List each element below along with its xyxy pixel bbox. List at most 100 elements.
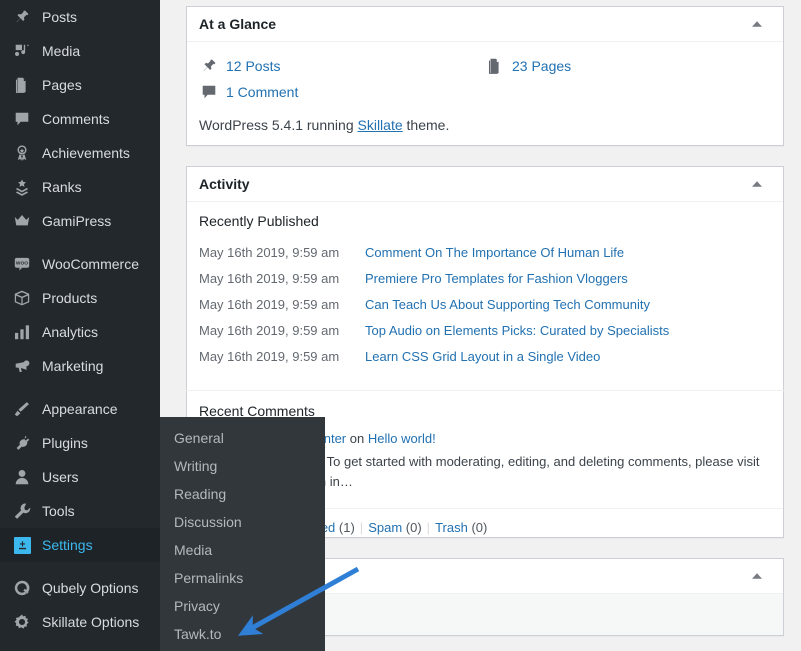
submenu-item-media[interactable]: Media xyxy=(160,536,325,564)
sidebar-item-qubely-options[interactable]: Qubely Options xyxy=(0,571,160,605)
filter-separator: | xyxy=(426,520,431,535)
glance-stat-label[interactable]: 23 Pages xyxy=(512,58,571,74)
activity-title: Activity xyxy=(199,176,250,192)
paintbrush-icon xyxy=(11,399,33,419)
bar-chart-icon xyxy=(11,322,33,342)
sidebar-item-skillate-options[interactable]: Skillate Options xyxy=(0,605,160,639)
sidebar-item-label: Posts xyxy=(42,9,78,25)
sidebar-separator xyxy=(0,238,160,247)
sidebar-item-label: Media xyxy=(42,43,81,59)
sidebar-item-users[interactable]: Users xyxy=(0,460,160,494)
caret-up-icon xyxy=(752,573,762,579)
sidebar-separator xyxy=(0,383,160,392)
pages-icon xyxy=(11,75,33,95)
filter-separator: | xyxy=(359,520,364,535)
glance-stat[interactable]: 23 Pages xyxy=(485,53,771,79)
post-date: May 16th 2019, 9:59 am xyxy=(199,349,340,364)
pin-icon xyxy=(11,7,33,27)
activity-toggle-button[interactable] xyxy=(739,167,775,201)
version-prefix: WordPress 5.4.1 running xyxy=(199,117,358,133)
woocommerce-icon: WOO xyxy=(11,254,33,274)
sidebar-item-label: Plugins xyxy=(42,435,88,451)
recently-published-row: May 16th 2019, 9:59 am Top Audio on Eleme… xyxy=(199,318,771,344)
comment-on-word: on xyxy=(346,431,368,446)
comment-filter-spam[interactable]: Spam xyxy=(368,520,402,535)
comment-filter-trash[interactable]: Trash xyxy=(435,520,468,535)
at-a-glance-panel: At a Glance 12 Posts 23 Pages 1 Comment Wo… xyxy=(186,6,784,146)
sidebar-item-label: Marketing xyxy=(42,358,104,374)
comment-post-link[interactable]: Hello world! xyxy=(368,431,436,446)
submenu-item-tawk-to[interactable]: Tawk.to xyxy=(160,620,325,648)
sidebar-item-settings[interactable]: Settings xyxy=(0,528,168,562)
admin-sidebar: Posts Media Pages Comments Achievements Ranks… xyxy=(0,0,168,651)
at-a-glance-stats-list: 12 Posts 23 Pages 1 Comment xyxy=(199,53,771,105)
sidebar-item-analytics[interactable]: Analytics xyxy=(0,315,160,349)
post-date: May 16th 2019, 9:59 am xyxy=(199,245,340,260)
glance-stat[interactable]: 12 Posts xyxy=(199,53,485,79)
post-date: May 16th 2019, 9:59 am xyxy=(199,323,340,338)
sidebar-item-products[interactable]: Products xyxy=(0,281,160,315)
sidebar-item-label: Tools xyxy=(42,503,75,519)
bottom-panel-toggle-button[interactable] xyxy=(739,559,775,593)
sidebar-item-pages[interactable]: Pages xyxy=(0,68,160,102)
submenu-item-reading[interactable]: Reading xyxy=(160,480,325,508)
sidebar-item-posts[interactable]: Posts xyxy=(0,0,160,34)
sidebar-item-label: Comments xyxy=(42,111,110,127)
recent-comments-label: Recent Comments xyxy=(199,403,315,419)
submenu-item-permalinks[interactable]: Permalinks xyxy=(160,564,325,592)
submenu-item-discussion[interactable]: Discussion xyxy=(160,508,325,536)
sidebar-item-comments[interactable]: Comments xyxy=(0,102,160,136)
at-a-glance-toggle-button[interactable] xyxy=(739,7,775,41)
post-title-link[interactable]: Premiere Pro Templates for Fashion Vlogg… xyxy=(365,266,628,292)
sidebar-item-label: Pages xyxy=(42,77,82,93)
sidebar-item-label: Ranks xyxy=(42,179,82,195)
activity-header: Activity xyxy=(187,167,783,202)
sidebar-item-ranks[interactable]: Ranks xyxy=(0,170,160,204)
submenu-item-writing[interactable]: Writing xyxy=(160,452,325,480)
post-title-link[interactable]: Top Audio on Elements Picks: Curated by … xyxy=(365,318,669,344)
sidebar-item-label: Settings xyxy=(42,537,93,553)
at-a-glance-title: At a Glance xyxy=(199,16,277,32)
wrench-icon xyxy=(11,501,33,521)
comment-filter-count: (0) xyxy=(471,520,488,535)
sidebar-item-tools[interactable]: Tools xyxy=(0,494,160,528)
sidebar-item-label: GamiPress xyxy=(42,213,112,229)
glance-stat[interactable]: 1 Comment xyxy=(199,79,485,105)
box-icon xyxy=(11,288,33,308)
post-date: May 16th 2019, 9:59 am xyxy=(199,271,340,286)
recently-published-row: May 16th 2019, 9:59 am Learn CSS Grid Lay… xyxy=(199,344,771,370)
sidebar-item-label: WooCommerce xyxy=(42,256,139,272)
sidebar-item-label: Achievements xyxy=(42,145,130,161)
sidebar-item-label: Analytics xyxy=(42,324,99,340)
post-title-link[interactable]: Can Teach Us About Supporting Tech Commu… xyxy=(365,292,650,318)
crown-icon xyxy=(11,211,33,231)
recently-published-list: May 16th 2019, 9:59 am Comment On The Imp… xyxy=(199,240,771,370)
recently-published-row: May 16th 2019, 9:59 am Premiere Pro Templ… xyxy=(199,266,771,292)
comment-icon xyxy=(11,109,33,129)
at-a-glance-body: 12 Posts 23 Pages 1 Comment WordPress 5.4.… xyxy=(187,42,783,145)
submenu-item-privacy[interactable]: Privacy xyxy=(160,592,325,620)
user-icon xyxy=(11,467,33,487)
sidebar-item-achievements[interactable]: Achievements xyxy=(0,136,160,170)
recently-published-row: May 16th 2019, 9:59 am Can Teach Us About… xyxy=(199,292,771,318)
submenu-item-general[interactable]: General xyxy=(160,424,325,452)
sidebar-item-woocommerce[interactable]: WOO WooCommerce xyxy=(0,247,160,281)
glance-stat-label[interactable]: 12 Posts xyxy=(226,58,280,74)
sidebar-item-gamipress[interactable]: GamiPress xyxy=(0,204,160,238)
wordpress-version-line: WordPress 5.4.1 running Skillate theme. xyxy=(199,117,771,133)
caret-up-icon xyxy=(752,21,762,27)
comment-filter-count: (0) xyxy=(405,520,422,535)
sidebar-item-marketing[interactable]: Marketing xyxy=(0,349,160,383)
sidebar-item-plugins[interactable]: Plugins xyxy=(0,426,160,460)
theme-link[interactable]: Skillate xyxy=(358,117,403,133)
glance-stat-label[interactable]: 1 Comment xyxy=(226,84,298,100)
sidebar-item-media[interactable]: Media xyxy=(0,34,160,68)
post-title-link[interactable]: Comment On The Importance Of Human Life xyxy=(365,240,624,266)
sidebar-item-appearance[interactable]: Appearance xyxy=(0,392,160,426)
sidebar-item-label: Appearance xyxy=(42,401,118,417)
sidebar-separator xyxy=(0,562,160,571)
comment-filter-count: (1) xyxy=(338,520,355,535)
post-title-link[interactable]: Learn CSS Grid Layout in a Single Video xyxy=(365,344,600,370)
sidebar-item-label: Qubely Options xyxy=(42,580,139,596)
version-suffix: theme. xyxy=(402,117,450,133)
